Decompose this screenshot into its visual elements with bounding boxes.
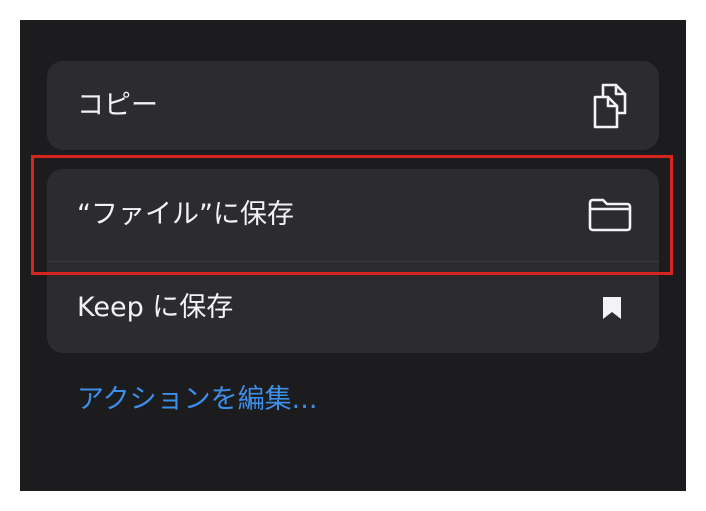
save-actions-group: “ファイル”に保存 Keep に保存 xyxy=(47,169,659,353)
copy-action-label: コピー xyxy=(77,89,158,121)
bookmark-icon xyxy=(603,296,621,319)
folder-icon xyxy=(588,198,632,232)
copy-action-group: コピー xyxy=(47,61,659,150)
save-to-files-row[interactable]: “ファイル”に保存 xyxy=(47,169,659,261)
edit-actions-link[interactable]: アクションを編集... xyxy=(77,382,317,418)
save-to-files-label: “ファイル”に保存 xyxy=(77,199,294,230)
copy-icon xyxy=(593,83,627,128)
share-sheet-panel: コピー “ファイル”に保存 Keep に保存 アクションを編集... xyxy=(20,20,686,491)
copy-action-row[interactable]: コピー xyxy=(47,61,659,150)
save-to-keep-label: Keep に保存 xyxy=(77,291,234,323)
save-to-keep-row[interactable]: Keep に保存 xyxy=(47,262,659,353)
